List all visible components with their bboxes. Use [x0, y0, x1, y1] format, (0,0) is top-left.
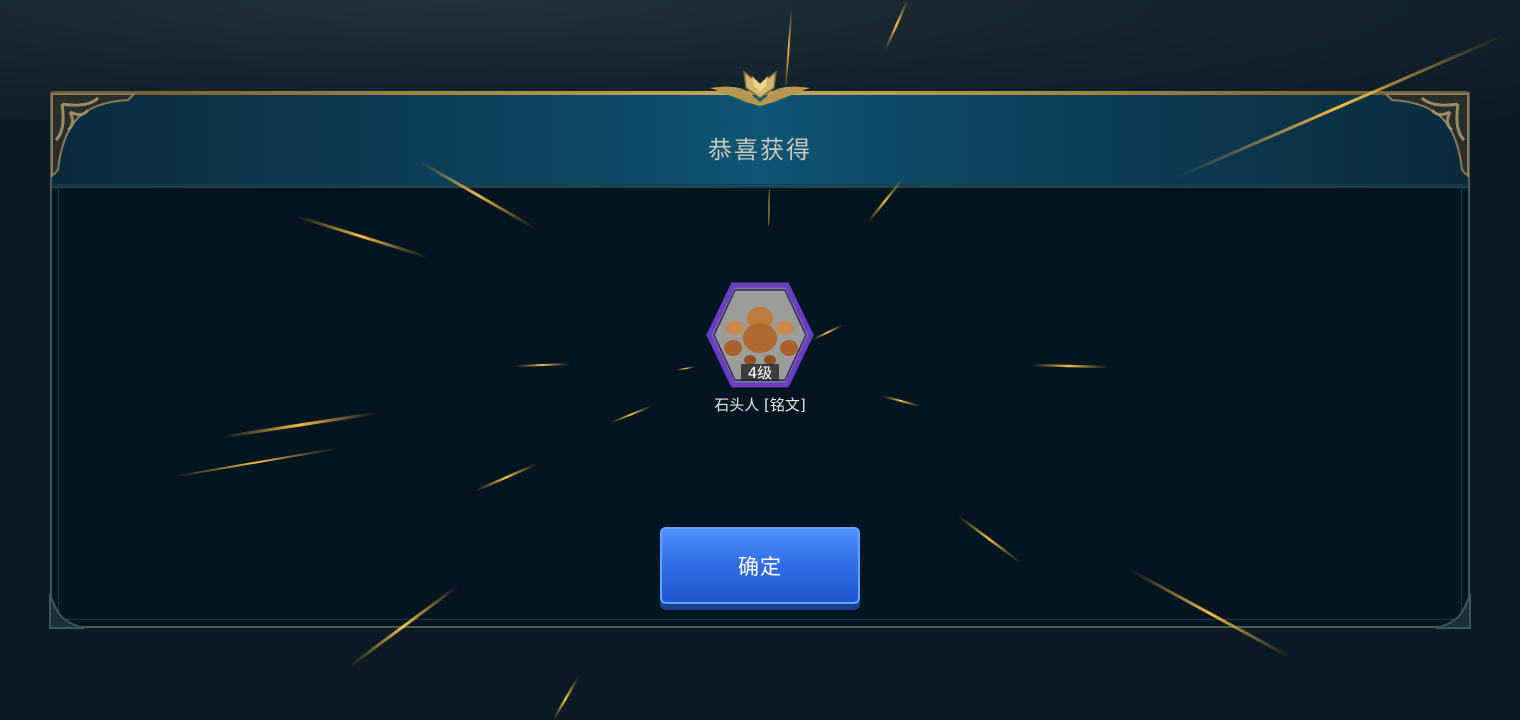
ornament-bottom-left-icon	[49, 593, 85, 629]
confirm-button[interactable]: 确定	[660, 527, 860, 604]
reward-level-label: 4级	[747, 364, 773, 382]
gold-wings-emblem-icon	[710, 70, 810, 106]
ornament-top-right-icon	[1383, 93, 1469, 179]
reward-item[interactable]: 4级 石头人 [铭文]	[700, 280, 820, 415]
dialog-title: 恭喜获得	[708, 136, 812, 164]
ornament-bottom-right-icon	[1435, 593, 1471, 629]
ornament-top-left-icon	[51, 93, 137, 179]
reward-name-label: 石头人 [铭文]	[714, 396, 806, 414]
dialog-header: 恭喜获得	[52, 91, 1468, 188]
reward-icon-frame: 4级	[705, 280, 815, 390]
